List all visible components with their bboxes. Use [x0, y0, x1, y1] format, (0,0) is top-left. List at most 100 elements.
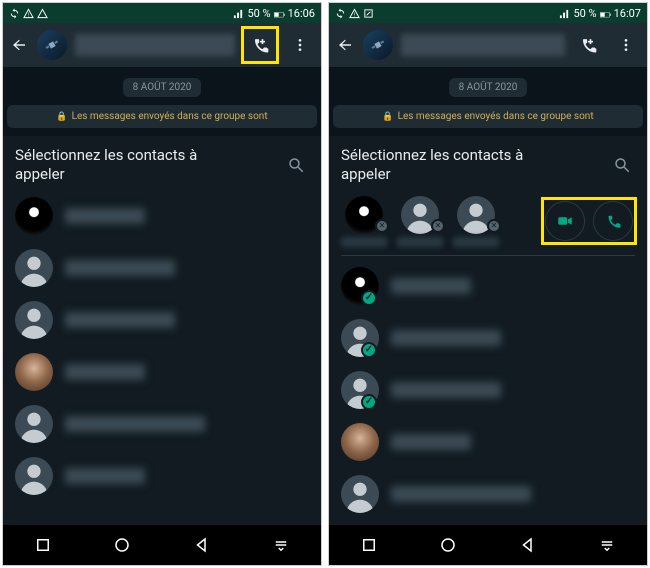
search-button[interactable]	[283, 152, 309, 178]
contact-item[interactable]	[3, 242, 321, 294]
warning-icon-2	[363, 8, 374, 19]
add-call-button[interactable]	[243, 28, 277, 62]
sync-icon	[335, 8, 346, 19]
contact-avatar	[15, 249, 53, 287]
encryption-text: Les messages envoyés dans ce groupe sont	[72, 111, 268, 122]
status-right: 50 % 16:07	[559, 7, 641, 20]
picker-title: Sélectionnez les contacts à appeler	[341, 146, 571, 184]
contact-item[interactable]	[329, 260, 647, 312]
contact-name	[391, 278, 471, 294]
contact-name	[391, 382, 501, 398]
nav-back[interactable]	[191, 534, 213, 556]
contact-name	[391, 486, 531, 502]
remove-icon[interactable]: ✕	[431, 219, 445, 233]
video-call-button[interactable]	[545, 201, 585, 241]
remove-icon[interactable]: ✕	[487, 219, 501, 233]
selected-contact[interactable]: ✕	[453, 196, 499, 247]
more-menu-button[interactable]	[611, 30, 641, 60]
contact-name	[65, 208, 145, 224]
contact-item[interactable]	[329, 416, 647, 468]
clock: 16:07	[614, 7, 641, 20]
picker-header: Sélectionnez les contacts à appeler	[3, 136, 321, 190]
back-button[interactable]	[335, 36, 355, 54]
sync-icon	[9, 8, 20, 19]
contact-item[interactable]	[329, 312, 647, 364]
voice-call-button[interactable]	[593, 201, 633, 241]
selected-name	[341, 237, 387, 247]
picker-title: Sélectionnez les contacts à appeler	[15, 146, 245, 184]
app-bar	[3, 23, 321, 67]
battery-pct: 50 %	[247, 7, 270, 20]
nav-drawer[interactable]	[596, 534, 618, 556]
contact-item[interactable]	[3, 346, 321, 398]
contact-item[interactable]	[3, 190, 321, 242]
nav-home[interactable]	[111, 534, 133, 556]
date-chip: 8 AOÛT 2020	[123, 78, 202, 97]
group-avatar[interactable]	[363, 30, 393, 60]
signal-icon	[233, 8, 244, 19]
group-avatar[interactable]	[37, 30, 67, 60]
contact-name	[391, 434, 471, 450]
contact-avatar	[341, 423, 379, 461]
add-call-button[interactable]	[573, 30, 603, 60]
check-icon	[361, 394, 377, 410]
nav-recent[interactable]	[358, 534, 380, 556]
contact-name	[65, 312, 175, 328]
remove-icon[interactable]: ✕	[375, 219, 389, 233]
selected-contacts-row: ✕ ✕ ✕	[329, 190, 647, 251]
contact-item[interactable]	[329, 468, 647, 520]
contact-avatar	[15, 197, 53, 235]
contact-list	[3, 190, 321, 526]
warning-icon-2	[37, 8, 48, 19]
android-nav-bar	[329, 525, 647, 565]
chat-area: 8 AOÛT 2020 🔒 Les messages envoyés dans …	[3, 67, 321, 136]
selected-contact[interactable]: ✕	[397, 196, 443, 247]
svg-text:!: !	[354, 12, 355, 18]
contact-name	[65, 364, 145, 380]
chat-area: 8 AOÛT 2020 🔒 Les messages envoyés dans …	[329, 67, 647, 136]
lock-icon: 🔒	[382, 112, 393, 122]
status-right: 50 % 16:06	[233, 7, 315, 20]
selected-name	[453, 237, 499, 247]
signal-icon	[559, 8, 570, 19]
contact-item[interactable]	[3, 450, 321, 502]
check-icon	[361, 342, 377, 358]
status-left: !	[9, 8, 48, 19]
screen-left: ! 50 % 16:06 8 AOÛT 2020 🔒 Les messages …	[2, 2, 322, 566]
clock: 16:06	[288, 7, 315, 20]
nav-home[interactable]	[437, 534, 459, 556]
search-button[interactable]	[609, 152, 635, 178]
contact-avatar	[15, 405, 53, 443]
picker-header: Sélectionnez les contacts à appeler	[329, 136, 647, 190]
screen-right: ! 50 % 16:07 8 AOÛT 2020 🔒 Les messages …	[328, 2, 648, 566]
date-chip: 8 AOÛT 2020	[449, 78, 528, 97]
battery-icon	[274, 8, 285, 19]
encryption-banner: 🔒 Les messages envoyés dans ce groupe so…	[7, 105, 317, 128]
status-bar: ! 50 % 16:07	[329, 3, 647, 23]
battery-pct: 50 %	[573, 7, 596, 20]
contact-item[interactable]	[3, 398, 321, 450]
lock-icon: 🔒	[56, 112, 67, 122]
contact-list	[329, 260, 647, 526]
group-title[interactable]	[75, 34, 235, 56]
nav-recent[interactable]	[32, 534, 54, 556]
check-icon	[361, 290, 377, 306]
more-menu-button[interactable]	[285, 30, 315, 60]
contact-avatar	[15, 301, 53, 339]
contact-name	[65, 260, 175, 276]
encryption-text: Les messages envoyés dans ce groupe sont	[398, 111, 594, 122]
contact-avatar	[15, 353, 53, 391]
contact-name	[65, 416, 205, 432]
encryption-banner: 🔒 Les messages envoyés dans ce groupe so…	[333, 105, 643, 128]
selected-contact[interactable]: ✕	[341, 196, 387, 247]
contact-item[interactable]	[329, 364, 647, 416]
battery-icon	[600, 8, 611, 19]
status-left: !	[335, 8, 374, 19]
contact-item[interactable]	[3, 294, 321, 346]
nav-drawer[interactable]	[270, 534, 292, 556]
contact-name	[65, 468, 145, 484]
contact-avatar	[15, 457, 53, 495]
nav-back[interactable]	[517, 534, 539, 556]
group-title[interactable]	[401, 34, 565, 56]
back-button[interactable]	[9, 36, 29, 54]
